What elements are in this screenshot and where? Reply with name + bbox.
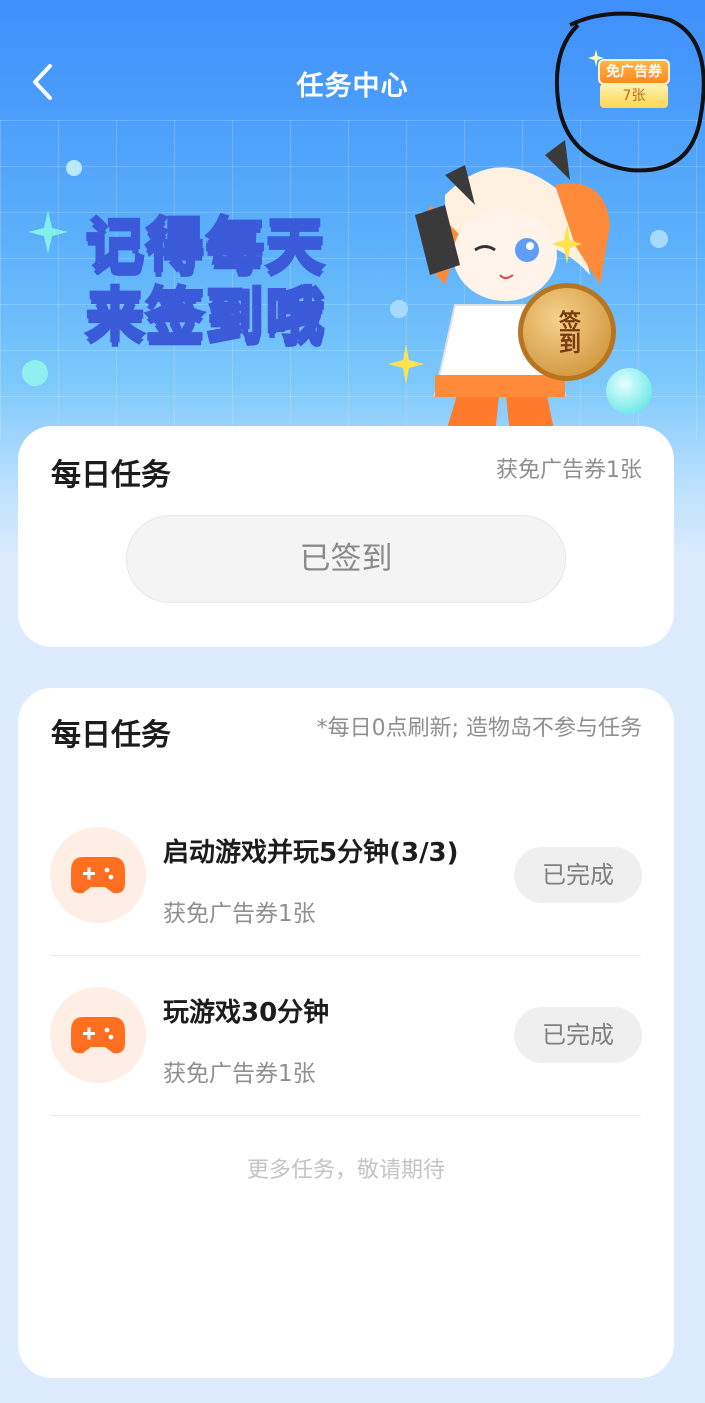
tasks-card-title: 每日任务 (51, 718, 171, 753)
more-tasks-tip: 更多任务，敬请期待 (246, 1158, 445, 1183)
divider (51, 1115, 641, 1116)
gamepad-icon (71, 857, 125, 894)
mascot-illustration (405, 135, 620, 435)
task-icon-container (50, 827, 146, 923)
sparkle-icon (588, 49, 604, 67)
bubble-decoration (650, 230, 668, 248)
checkin-card: 每日任务 获免广告券1张 已签到 (18, 426, 674, 647)
daily-tasks-card: 每日任务 *每日0点刷新; 造物岛不参与任务 启动游戏并玩5分钟(3/3) 获免… (18, 688, 674, 1378)
banner-line-2: 来签到哦 (84, 280, 327, 351)
signed-in-button[interactable]: 已签到 (126, 515, 566, 603)
coupon-count: 7张 (600, 84, 668, 108)
task-name: 玩游戏30分钟 (163, 998, 330, 1028)
task-icon-container (50, 987, 146, 1083)
ad-free-coupon-badge[interactable]: 免广告券 7张 (588, 49, 674, 111)
task-name: 启动游戏并玩5分钟(3/3) (163, 838, 459, 868)
task-reward: 获免广告券1张 (163, 901, 316, 927)
sparkle-icon (28, 210, 68, 258)
task-item: 玩游戏30分钟 获免广告券1张 已完成 (18, 956, 674, 1116)
banner-line-1: 记得每天 (85, 210, 327, 281)
task-completed-button[interactable]: 已完成 (514, 847, 642, 903)
task-reward: 获免广告券1张 (163, 1061, 316, 1087)
gamepad-icon (71, 1017, 125, 1054)
sparkle-icon (552, 224, 582, 268)
bubble-decoration (22, 360, 48, 386)
checkin-coin: 签到 (518, 283, 616, 381)
coin-label: 签到 (555, 310, 580, 354)
coupon-label: 免广告券 (598, 59, 670, 85)
banner-slogan: 记得每天 来签到哦 (84, 210, 386, 380)
task-completed-button[interactable]: 已完成 (514, 1007, 642, 1063)
top-navigation-bar: 任务中心 免广告券 7张 (0, 0, 705, 173)
checkin-reward-note: 获免广告券1张 (496, 458, 642, 483)
task-item: 启动游戏并玩5分钟(3/3) 获免广告券1张 已完成 (18, 796, 674, 956)
tasks-refresh-note: *每日0点刷新; 造物岛不参与任务 (316, 716, 642, 741)
checkin-card-title: 每日任务 (51, 458, 171, 493)
